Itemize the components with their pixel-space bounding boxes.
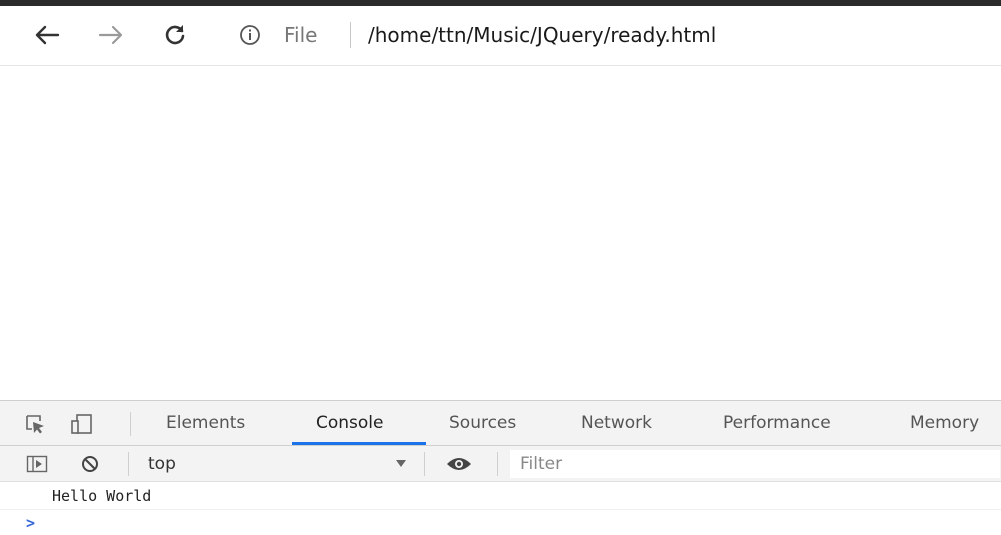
toolbar-divider-3 [497, 452, 498, 476]
file-label: File [284, 23, 318, 47]
eye-icon[interactable] [446, 456, 472, 472]
address-bar-url[interactable]: /home/ttn/Music/JQuery/ready.html [368, 23, 716, 47]
tab-console[interactable]: Console [316, 401, 384, 445]
console-log-text: Hello World [52, 487, 152, 505]
forward-button[interactable] [96, 20, 126, 50]
browser-toolbar: File /home/ttn/Music/JQuery/ready.html [0, 6, 1001, 66]
show-sidebar-icon[interactable] [26, 454, 48, 474]
inspect-element-icon[interactable] [24, 413, 46, 435]
device-toolbar-icon[interactable] [70, 413, 92, 435]
reload-icon [165, 25, 185, 45]
console-toolbar: top [0, 446, 1001, 482]
active-tab-indicator [292, 442, 426, 445]
chevron-down-icon [396, 460, 406, 467]
reload-button[interactable] [160, 20, 190, 50]
context-value: top [148, 454, 176, 474]
toolbar-divider [128, 452, 129, 476]
arrow-right-icon [98, 25, 123, 45]
tab-sources[interactable]: Sources [449, 401, 516, 445]
filter-input[interactable] [510, 450, 1000, 478]
tab-memory[interactable]: Memory [910, 401, 979, 445]
tab-network[interactable]: Network [581, 401, 652, 445]
devtools-tabbar: Elements Console Sources Network Perform… [0, 400, 1001, 446]
tab-performance[interactable]: Performance [723, 401, 831, 445]
info-icon[interactable] [239, 24, 261, 46]
console-log-row: Hello World [0, 482, 1001, 510]
console-output: Hello World > [0, 482, 1001, 535]
context-selector[interactable]: top [148, 452, 414, 476]
url-separator [350, 22, 351, 48]
tab-divider [130, 412, 131, 436]
tab-elements[interactable]: Elements [166, 401, 245, 445]
back-button[interactable] [32, 20, 62, 50]
console-prompt[interactable]: > [26, 514, 35, 532]
clear-console-icon[interactable] [80, 454, 100, 474]
arrow-left-icon [35, 25, 60, 45]
devtools-panel: Elements Console Sources Network Perform… [0, 400, 1001, 535]
toolbar-divider-2 [424, 452, 425, 476]
